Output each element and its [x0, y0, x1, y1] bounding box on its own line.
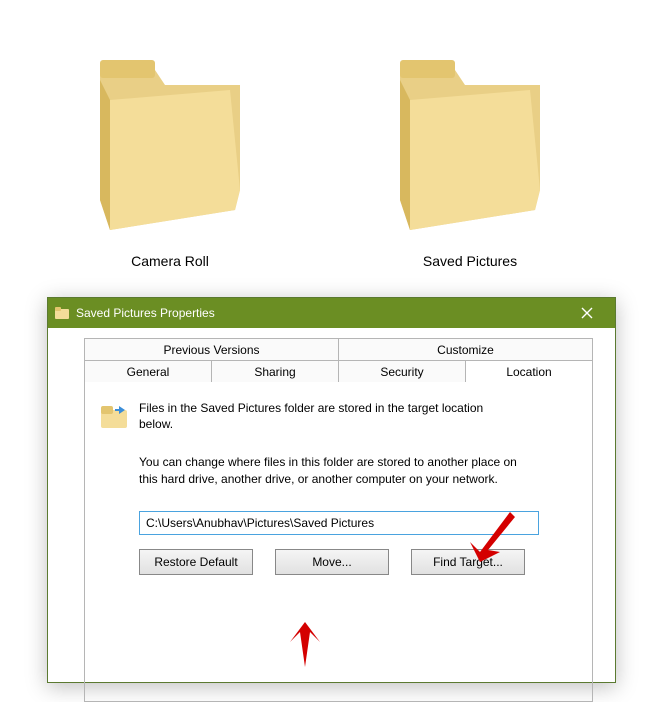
tab-label: Previous Versions — [163, 343, 259, 357]
folder-label: Saved Pictures — [423, 253, 517, 269]
tab-security[interactable]: Security — [339, 360, 466, 382]
location-path-input[interactable] — [139, 511, 539, 535]
close-icon — [581, 307, 593, 319]
tab-customize[interactable]: Customize — [339, 338, 593, 360]
folder-icon — [90, 40, 250, 243]
tab-label: General — [127, 365, 170, 379]
close-button[interactable] — [565, 298, 609, 328]
tab-location[interactable]: Location — [466, 360, 593, 382]
tab-label: Location — [506, 365, 551, 379]
dialog-title: Saved Pictures Properties — [76, 306, 565, 320]
titlebar[interactable]: Saved Pictures Properties — [48, 298, 615, 328]
folder-camera-roll[interactable]: Camera Roll — [80, 40, 260, 269]
tab-label: Sharing — [254, 365, 295, 379]
move-button[interactable]: Move... — [275, 549, 389, 575]
folder-label: Camera Roll — [131, 253, 209, 269]
tab-label: Security — [380, 365, 423, 379]
info-text-2: You can change where files in this folde… — [139, 454, 519, 486]
annotation-arrow-icon — [280, 622, 330, 672]
properties-dialog: Saved Pictures Properties Previous Versi… — [47, 297, 616, 683]
location-folder-icon — [99, 400, 131, 432]
folder-small-icon — [54, 305, 70, 321]
tab-panel-location: Files in the Saved Pictures folder are s… — [84, 382, 593, 702]
folder-icon — [390, 40, 550, 243]
tab-sharing[interactable]: Sharing — [212, 360, 339, 382]
tab-label: Customize — [437, 343, 494, 357]
info-text-1: Files in the Saved Pictures folder are s… — [139, 400, 489, 432]
folder-saved-pictures[interactable]: Saved Pictures — [380, 40, 560, 269]
tab-previous-versions[interactable]: Previous Versions — [84, 338, 339, 360]
tab-general[interactable]: General — [84, 360, 212, 382]
find-target-button[interactable]: Find Target... — [411, 549, 525, 575]
restore-default-button[interactable]: Restore Default — [139, 549, 253, 575]
